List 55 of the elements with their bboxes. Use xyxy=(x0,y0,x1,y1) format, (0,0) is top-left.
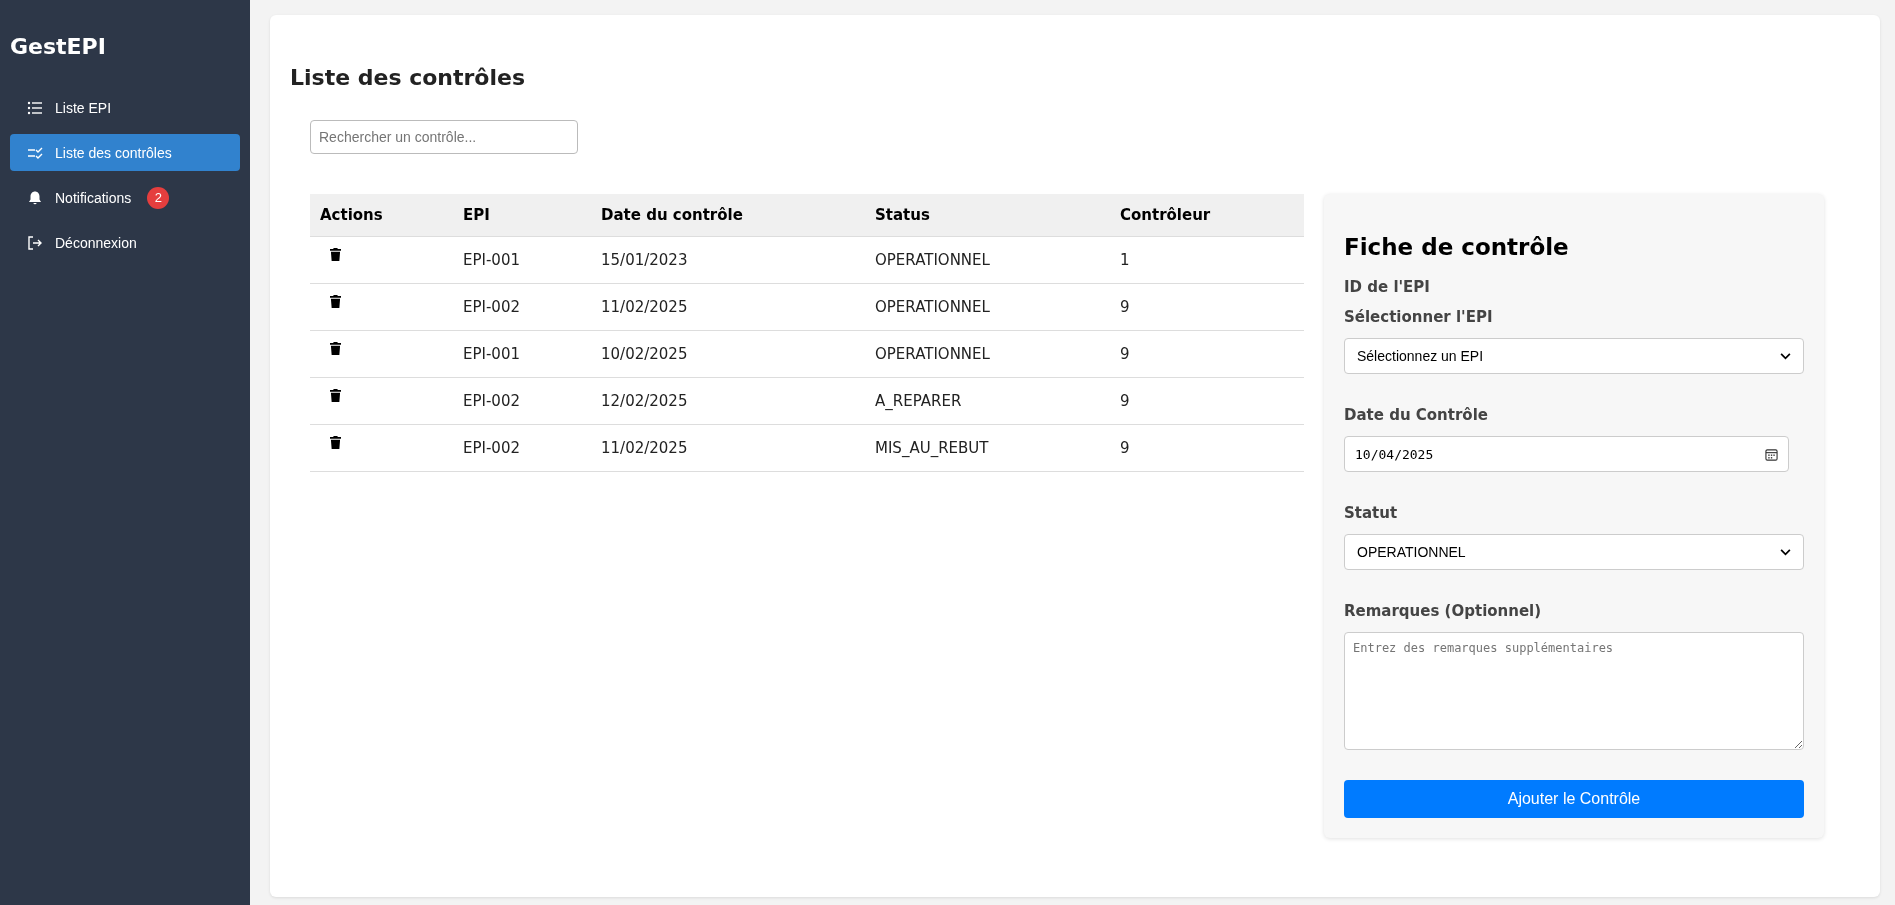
table-cell: 9 xyxy=(1110,424,1304,472)
table-cell: 11/02/2025 xyxy=(591,424,865,472)
column-header: Status xyxy=(865,194,1110,237)
table-cell: 1 xyxy=(1110,236,1304,284)
list-icon xyxy=(27,99,43,116)
trash-icon xyxy=(330,341,341,355)
table-cell: 11/02/2025 xyxy=(591,283,865,331)
table-cell: OPERATIONNEL xyxy=(865,283,1110,331)
table-cell: MIS_AU_REBUT xyxy=(865,424,1110,472)
field-label: Remarques (Optionnel) xyxy=(1344,602,1543,620)
status-dropdown[interactable]: OPERATIONNEL xyxy=(1344,534,1804,570)
column-header: Date du contrôle xyxy=(591,194,865,237)
column-header: Actions xyxy=(310,194,453,237)
table-cell: A_REPARER xyxy=(865,377,1110,425)
column-header: Contrôleur xyxy=(1110,194,1304,237)
table-cell: 12/02/2025 xyxy=(591,377,865,425)
notification-count: 2 xyxy=(147,186,170,209)
sidebar-item[interactable]: Liste des contrôles xyxy=(10,134,240,171)
trash-icon xyxy=(330,294,341,308)
trash-icon xyxy=(330,435,341,449)
logout-icon xyxy=(27,234,43,251)
field-label: Date du Contrôle xyxy=(1344,406,1489,424)
table-cell: EPI-002 xyxy=(453,424,591,472)
table-cell: EPI-001 xyxy=(453,236,591,284)
form-title: Fiche de contrôle xyxy=(1344,234,1570,260)
bell-icon xyxy=(27,189,43,206)
trash-icon xyxy=(330,247,341,261)
table-cell: EPI-002 xyxy=(453,377,591,425)
table-cell: EPI-002 xyxy=(453,283,591,331)
table-cell: 15/01/2023 xyxy=(591,236,865,284)
sidebar-item[interactable]: Déconnexion xyxy=(10,224,240,261)
date-field[interactable]: 10/04/2025 xyxy=(1344,436,1789,472)
field-label: Sélectionner l'EPI xyxy=(1344,308,1494,326)
table-cell: OPERATIONNEL xyxy=(865,330,1110,378)
chevron-down-icon xyxy=(1780,548,1791,556)
chevron-down-icon xyxy=(1780,352,1791,360)
trash-icon xyxy=(330,388,341,402)
calendar-icon xyxy=(1765,447,1778,461)
epi-dropdown[interactable]: Sélectionnez un EPI xyxy=(1344,338,1804,374)
sidebar-item[interactable]: Notifications 2 xyxy=(10,179,240,216)
sidebar-item[interactable]: Liste EPI xyxy=(10,89,240,126)
search-field[interactable]: Rechercher un contrôle... xyxy=(310,120,578,154)
remarks-field[interactable]: Entrez des remarques supplémentaires xyxy=(1344,632,1804,750)
table-cell: EPI-001 xyxy=(453,330,591,378)
table-cell: 10/02/2025 xyxy=(591,330,865,378)
table-cell: 9 xyxy=(1110,377,1304,425)
table-cell: 9 xyxy=(1110,330,1304,378)
app-logo: GestEPI xyxy=(10,34,107,59)
field-label: Statut xyxy=(1344,504,1399,522)
column-header: EPI xyxy=(453,194,591,237)
field-label: ID de l'EPI xyxy=(1344,278,1431,296)
page-title: Liste des contrôles xyxy=(290,65,527,90)
table-cell: OPERATIONNEL xyxy=(865,236,1110,284)
table-cell: 9 xyxy=(1110,283,1304,331)
add-control-button[interactable]: Ajouter le Contrôle xyxy=(1344,780,1804,818)
